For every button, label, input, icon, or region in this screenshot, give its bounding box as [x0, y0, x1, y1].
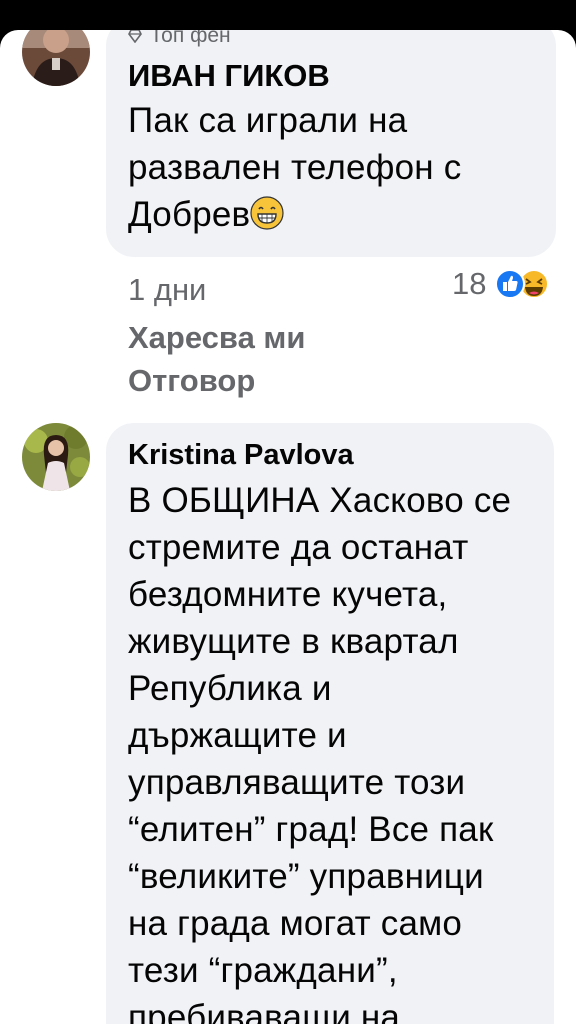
avatar-ivan-photo	[22, 30, 90, 86]
comment-line: стремите да останат	[128, 528, 469, 567]
like-action[interactable]: Харесва ми	[128, 320, 305, 356]
comment-time: 1 дни	[128, 272, 207, 307]
diamond-icon	[128, 30, 142, 43]
comment-line: развален телефон с	[128, 148, 462, 187]
comments-sheet: Топ фен ИВАН ГИКОВ Пак са играли на разв…	[0, 30, 576, 1024]
comment-line: държащите и	[128, 716, 347, 755]
avatar-kristina-photo	[22, 423, 90, 491]
comment-line: бездомните кучета,	[128, 575, 448, 614]
comment-line: Пак са играли на	[128, 101, 408, 140]
comment-text: В ОБЩИНА Хасково се стремите да останат …	[128, 477, 511, 1024]
comment-text: Пак са играли на развален телефон с Добр…	[128, 97, 461, 238]
reaction-icons	[495, 269, 549, 299]
comment-bubble[interactable]: Kristina Pavlova В ОБЩИНА Хасково се стр…	[106, 423, 554, 1024]
comment-line-text: Добрев	[128, 195, 251, 234]
avatar[interactable]	[22, 423, 90, 491]
like-icon	[495, 269, 525, 299]
reaction-summary[interactable]: 18	[452, 264, 560, 304]
comment-line: пребиваващи на	[128, 998, 401, 1024]
reply-action[interactable]: Отговор	[128, 363, 255, 399]
comment-author[interactable]: ИВАН ГИКОВ	[128, 58, 330, 94]
comment-line: тези “граждани”,	[128, 951, 398, 990]
reaction-count: 18	[452, 266, 487, 301]
comment-line: на града могат само	[128, 904, 463, 943]
comment-line: “великите” управници	[128, 857, 484, 896]
comment-line: “елитен” град! Все пак	[128, 810, 494, 849]
avatar[interactable]	[22, 30, 90, 86]
comment-line: Република и	[128, 669, 332, 708]
comment-bubble[interactable]: Топ фен ИВАН ГИКОВ Пак са играли на разв…	[106, 30, 556, 257]
comment-line: Добрев	[128, 191, 461, 238]
comment-line: управляващите този	[128, 763, 466, 802]
grinning-emoji-icon	[250, 196, 284, 230]
comment-author[interactable]: Kristina Pavlova	[128, 439, 354, 472]
comment-line: В ОБЩИНА Хасково се	[128, 481, 512, 520]
badge-label: Топ фен	[150, 30, 231, 47]
comment-line: живущите в квартал	[128, 622, 459, 661]
top-fan-badge: Топ фен	[128, 30, 231, 48]
